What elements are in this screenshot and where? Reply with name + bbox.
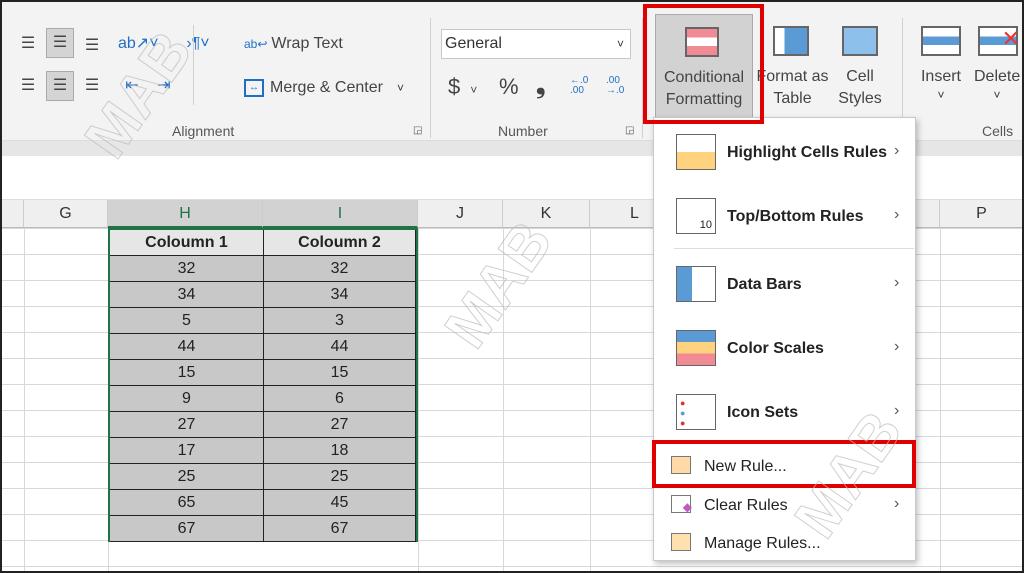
dialog-launcher-icon[interactable]: ◲ <box>625 125 634 136</box>
chevron-down-icon: ˅ <box>616 37 624 51</box>
table-cell[interactable]: 5 <box>110 308 264 334</box>
highlight-cells-icon <box>676 134 716 170</box>
table-cell[interactable]: 44 <box>264 334 416 360</box>
align-top-icon[interactable]: ☰ <box>14 30 42 58</box>
selected-range[interactable]: Coloumn 1 Coloumn 2 32 32 34 34 5 3 44 44 15 15 9 6 27… <box>108 228 418 542</box>
decrease-decimal-button[interactable]: .00 →.0 <box>606 76 634 96</box>
table-cell[interactable]: 65 <box>110 490 264 516</box>
menu-item-color-scales[interactable]: Color Scales › <box>654 328 915 370</box>
column-header-p[interactable]: P <box>940 200 1024 228</box>
format-as-table-button[interactable]: Format as Table <box>755 14 830 118</box>
align-bottom-icon[interactable]: ☰ <box>78 32 106 60</box>
highlight-box-conditional-formatting <box>643 4 764 124</box>
insert-icon <box>921 26 961 56</box>
table-cell[interactable]: 32 <box>110 256 264 282</box>
column-header-j[interactable]: J <box>418 200 503 228</box>
table-cell[interactable]: 27 <box>264 412 416 438</box>
color-scales-icon <box>676 330 716 366</box>
top-bottom-icon: 10 <box>676 198 716 234</box>
cell-styles-icon <box>842 26 878 56</box>
align-center-icon[interactable]: ☰ <box>46 71 74 101</box>
format-table-icon <box>773 26 809 56</box>
table-cell[interactable]: 67 <box>110 516 264 542</box>
table-cell[interactable]: 32 <box>264 256 416 282</box>
data-bars-icon <box>676 266 716 302</box>
wrap-text-button[interactable]: ab↩ Wrap Text <box>244 30 343 58</box>
menu-item-highlight-cells-rules[interactable]: Highlight Cells Rules › <box>654 132 915 174</box>
number-format-select[interactable]: General ˅ <box>441 29 631 59</box>
manage-rules-icon <box>671 533 691 551</box>
dialog-launcher-icon[interactable]: ◲ <box>413 125 422 136</box>
delete-button[interactable]: ✕ Delete ˅ <box>970 14 1024 118</box>
column-header-i[interactable]: I <box>263 200 418 228</box>
cells-group-label: Cells <box>982 123 1014 139</box>
percent-button[interactable]: % <box>499 74 519 100</box>
chevron-down-icon: ˅ <box>396 81 404 95</box>
currency-button[interactable]: $ ˅ <box>448 74 477 100</box>
delete-icon: ✕ <box>978 26 1020 56</box>
cell-styles-button[interactable]: Cell Styles <box>830 14 890 118</box>
clear-rules-icon: ◆ <box>671 495 692 514</box>
increase-decimal-button[interactable]: ←.0 .00 <box>570 76 598 96</box>
table-cell[interactable]: 25 <box>110 464 264 490</box>
menu-item-data-bars[interactable]: Data Bars › <box>654 264 915 306</box>
menu-item-manage-rules[interactable]: Manage Rules... <box>654 531 915 557</box>
merge-center-button[interactable]: ↔ Merge & Center ˅ <box>244 74 404 102</box>
table-cell[interactable]: 9 <box>110 386 264 412</box>
column-header-g[interactable]: G <box>24 200 108 228</box>
table-cell[interactable]: 45 <box>264 490 416 516</box>
comma-style-button[interactable]: ❟ <box>536 72 545 100</box>
icon-sets-icon: ● ● ● <box>676 394 716 430</box>
table-cell[interactable]: 44 <box>110 334 264 360</box>
table-header[interactable]: Coloumn 1 <box>110 230 264 256</box>
menu-item-top-bottom-rules[interactable]: 10 Top/Bottom Rules › <box>654 196 915 238</box>
merge-icon: ↔ <box>244 79 264 97</box>
number-group-label: Number <box>498 123 548 139</box>
table-cell[interactable]: 6 <box>264 386 416 412</box>
table-cell[interactable]: 18 <box>264 438 416 464</box>
conditional-formatting-menu: Highlight Cells Rules › 10 Top/Bottom Rul… <box>653 117 916 561</box>
table-cell[interactable]: 15 <box>110 360 264 386</box>
table-cell[interactable]: 34 <box>110 282 264 308</box>
insert-button[interactable]: Insert ˅ <box>915 14 967 118</box>
table-cell[interactable]: 27 <box>110 412 264 438</box>
alignment-group-label: Alignment <box>172 123 235 139</box>
column-header-h[interactable]: H <box>108 200 263 228</box>
table-cell[interactable]: 34 <box>264 282 416 308</box>
align-middle-icon[interactable]: ☰ <box>46 28 74 58</box>
wrap-text-icon: ab↩ <box>244 37 268 51</box>
table-cell[interactable]: 25 <box>264 464 416 490</box>
table-header[interactable]: Coloumn 2 <box>264 230 416 256</box>
table-cell[interactable]: 67 <box>264 516 416 542</box>
align-left-icon[interactable]: ☰ <box>14 72 42 100</box>
table-cell[interactable]: 3 <box>264 308 416 334</box>
table-cell[interactable]: 17 <box>110 438 264 464</box>
table-cell[interactable]: 15 <box>264 360 416 386</box>
